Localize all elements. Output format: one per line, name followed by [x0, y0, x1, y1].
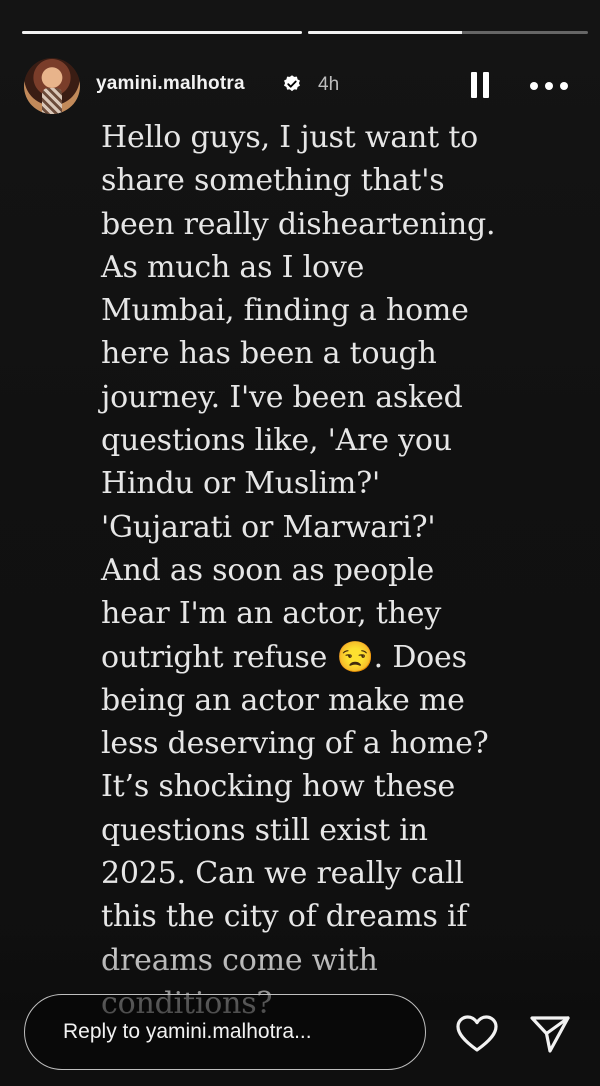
story-text-line: journey. I've been asked [101, 379, 463, 415]
reply-input[interactable] [24, 994, 426, 1070]
send-icon[interactable] [528, 1014, 572, 1054]
story-text-line: questions still exist in [101, 812, 428, 848]
story-text-line: As much as I love [101, 249, 365, 285]
story-header: yamini.malhotra 4h [24, 58, 580, 116]
story-text-line: share something that's [101, 163, 445, 199]
story-text-line: dreams come with [101, 942, 378, 978]
progress-fill-2 [308, 31, 462, 34]
story-text-line: Hindu or Muslim?' [101, 466, 381, 502]
story-text-line: here has been a tough [101, 336, 437, 372]
pause-icon[interactable] [471, 72, 491, 98]
story-text-line: 2025. Can we really call [101, 856, 464, 892]
avatar[interactable] [24, 58, 80, 114]
heart-icon[interactable] [455, 1014, 499, 1054]
story-text-line: Hello guys, I just want to [101, 120, 479, 155]
progress-segment-2 [308, 31, 588, 34]
story-timestamp: 4h [318, 74, 340, 95]
username[interactable]: yamini.malhotra [96, 73, 245, 95]
progress-fill-1 [22, 31, 302, 34]
story-text-line: And as soon as people [101, 552, 435, 588]
story-text-line: Mumbai, finding a home [101, 293, 469, 329]
story-text-line: this the city of dreams if [101, 899, 468, 935]
story-text-line: questions like, 'Are you [101, 423, 452, 459]
story-text-line: hear I'm an actor, they [101, 596, 442, 632]
story-text-line: less deserving of a home? [101, 726, 489, 762]
story-text-line: been really disheartening. [101, 206, 496, 242]
story-text-line: being an actor make me [101, 682, 465, 718]
story-viewer: yamini.malhotra 4h Hello guys, I just wa… [0, 0, 600, 1086]
story-text: Hello guys, I just want to share somethin… [101, 116, 561, 1025]
story-progress [22, 31, 588, 35]
more-horizontal-icon[interactable] [530, 82, 570, 90]
story-text-line: It’s shocking how these [101, 769, 456, 805]
story-text-line: outright refuse 😒. Does [101, 639, 467, 675]
story-text-line: 'Gujarati or Marwari?' [101, 509, 436, 545]
progress-segment-1 [22, 31, 302, 34]
verified-badge-icon [284, 75, 300, 92]
